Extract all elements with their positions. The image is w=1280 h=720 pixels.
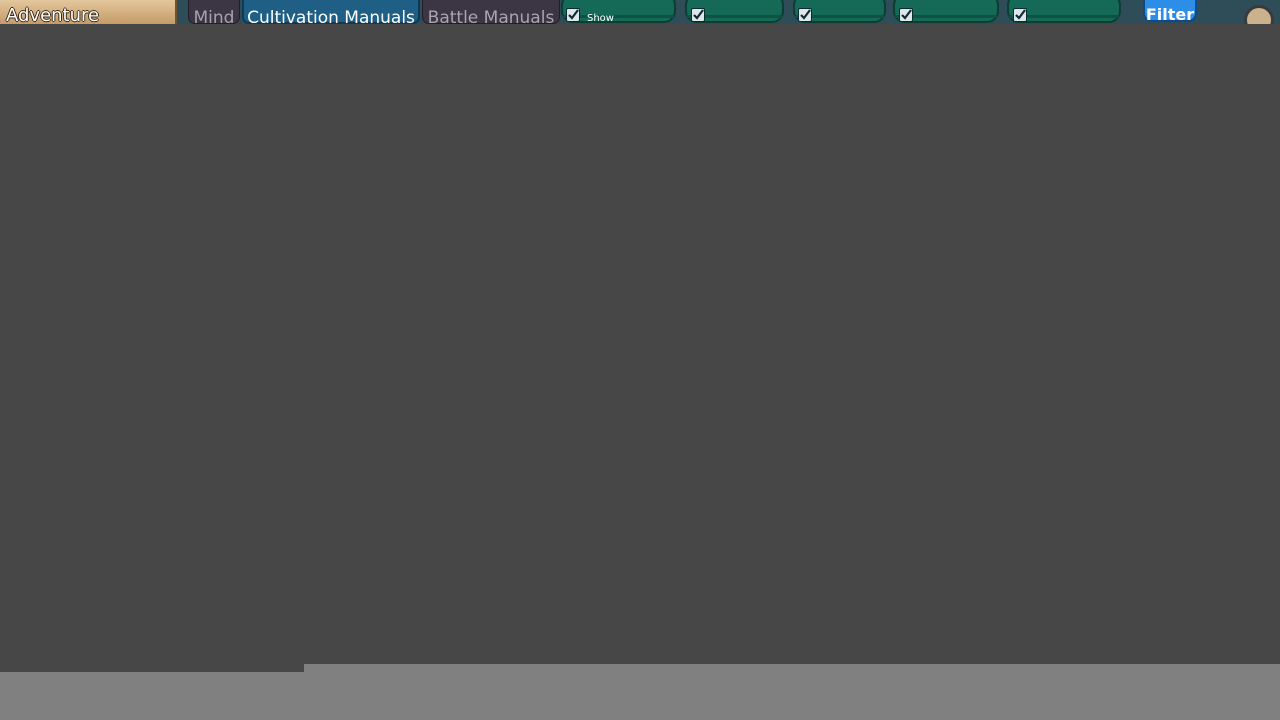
filter-button[interactable]: Filter (1143, 0, 1197, 24)
section-title-label: Adventure (6, 5, 100, 25)
bottom-bar (0, 664, 1280, 720)
tab-mind[interactable]: Mind (188, 0, 240, 24)
show-checkbox-label: Show (587, 13, 614, 24)
top-toolbar: Adventure Mind Cultivation Manuals Battl… (0, 0, 1280, 24)
filter-button-label: Filter (1145, 5, 1195, 24)
tab-cultivation-manuals[interactable]: Cultivation Manuals (242, 0, 420, 24)
filter-checkbox-4[interactable] (1013, 8, 1027, 22)
bottom-main-panel (304, 664, 1280, 720)
manual-list-panel (0, 24, 1280, 664)
checkmark-icon (568, 9, 579, 20)
filter-checkbox-1[interactable] (691, 8, 705, 22)
checkmark-icon (1015, 9, 1026, 20)
checkmark-icon (693, 9, 704, 20)
checkmark-icon (800, 9, 811, 20)
tab-battle-manuals-label: Battle Manuals (427, 8, 555, 24)
show-checkbox[interactable] (566, 8, 580, 22)
tab-battle-manuals[interactable]: Battle Manuals (422, 0, 560, 24)
round-avatar-icon[interactable] (1244, 5, 1274, 24)
filter-checkbox-2[interactable] (798, 8, 812, 22)
section-title: Adventure (0, 0, 177, 24)
tab-cultivation-manuals-label: Cultivation Manuals (247, 8, 415, 24)
tab-mind-label: Mind (193, 8, 235, 24)
filter-checkbox-3[interactable] (899, 8, 913, 22)
bottom-left-panel (0, 672, 304, 720)
checkmark-icon (901, 9, 912, 20)
